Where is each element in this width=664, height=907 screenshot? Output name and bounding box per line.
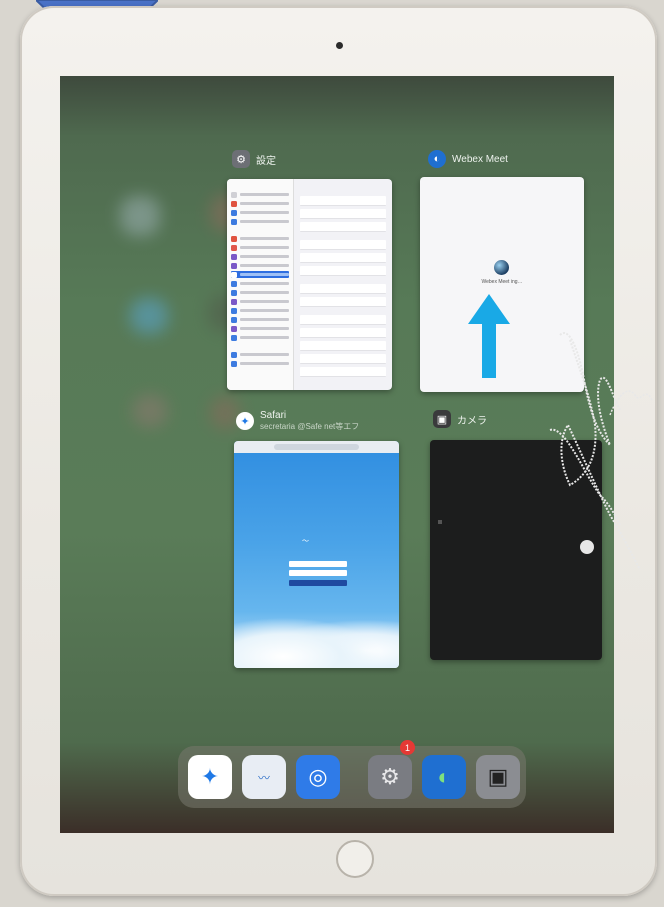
settings-app-card[interactable] bbox=[227, 179, 392, 390]
compass-icon: ✦ bbox=[236, 412, 254, 430]
camera-icon: ▣ bbox=[433, 410, 451, 428]
dock-webex-icon[interactable]: ◐ bbox=[422, 755, 466, 799]
dock-lifebuoy-icon[interactable]: ◎ bbox=[296, 755, 340, 799]
front-camera bbox=[336, 42, 343, 49]
settings-sidebar bbox=[227, 179, 294, 390]
webex-loading-text: Webex Meet ing… bbox=[481, 279, 523, 285]
card-header-webex[interactable]: ◐ Webex Meet bbox=[428, 150, 508, 168]
home-button[interactable] bbox=[336, 840, 374, 878]
card-header-safari[interactable]: ✦ Safari secretaria @Safe net等エフ bbox=[236, 410, 359, 432]
webex-icon: ◐ bbox=[428, 150, 446, 168]
safari-app-card[interactable]: 〜 bbox=[234, 441, 399, 668]
gear-icon: ⚙ bbox=[232, 150, 250, 168]
notification-badge: 1 bbox=[400, 740, 415, 755]
dock-settings-gear-icon[interactable]: ⚙ bbox=[368, 755, 412, 799]
dock-safari-compass-icon[interactable]: ✦ bbox=[188, 755, 232, 799]
cloud-background bbox=[234, 611, 399, 668]
card-title: Safari bbox=[260, 410, 287, 421]
username-field[interactable] bbox=[289, 561, 347, 567]
card-header-settings[interactable]: ⚙ 設定 bbox=[232, 150, 276, 168]
blurred-home-icon bbox=[120, 196, 160, 236]
camera-indicator bbox=[438, 520, 442, 524]
blurred-home-icon bbox=[132, 394, 168, 428]
card-title: Webex Meet bbox=[452, 153, 508, 165]
card-subtitle: secretaria @Safe net等エフ bbox=[260, 422, 360, 431]
dock: ✦ 〰 ◎ ⚙ 1 ◐ ▣ bbox=[178, 740, 526, 808]
dock-forms-app-icon[interactable]: 〰 bbox=[242, 755, 286, 799]
card-header-camera[interactable]: ▣ カメラ bbox=[433, 410, 487, 428]
card-title: 設定 bbox=[256, 155, 276, 167]
login-button[interactable] bbox=[289, 580, 347, 586]
swipe-up-arrow-icon bbox=[468, 294, 510, 378]
safari-address-bar bbox=[234, 441, 399, 453]
webex-loading-icon bbox=[494, 260, 509, 275]
password-field[interactable] bbox=[289, 570, 347, 576]
card-title: カメラ bbox=[457, 415, 487, 427]
site-logo: 〜 bbox=[302, 538, 309, 545]
dock-camera-icon[interactable]: ▣ bbox=[476, 755, 520, 799]
settings-detail-pane bbox=[294, 179, 392, 390]
scribble-annotation bbox=[549, 332, 653, 571]
blurred-home-icon bbox=[130, 298, 168, 334]
